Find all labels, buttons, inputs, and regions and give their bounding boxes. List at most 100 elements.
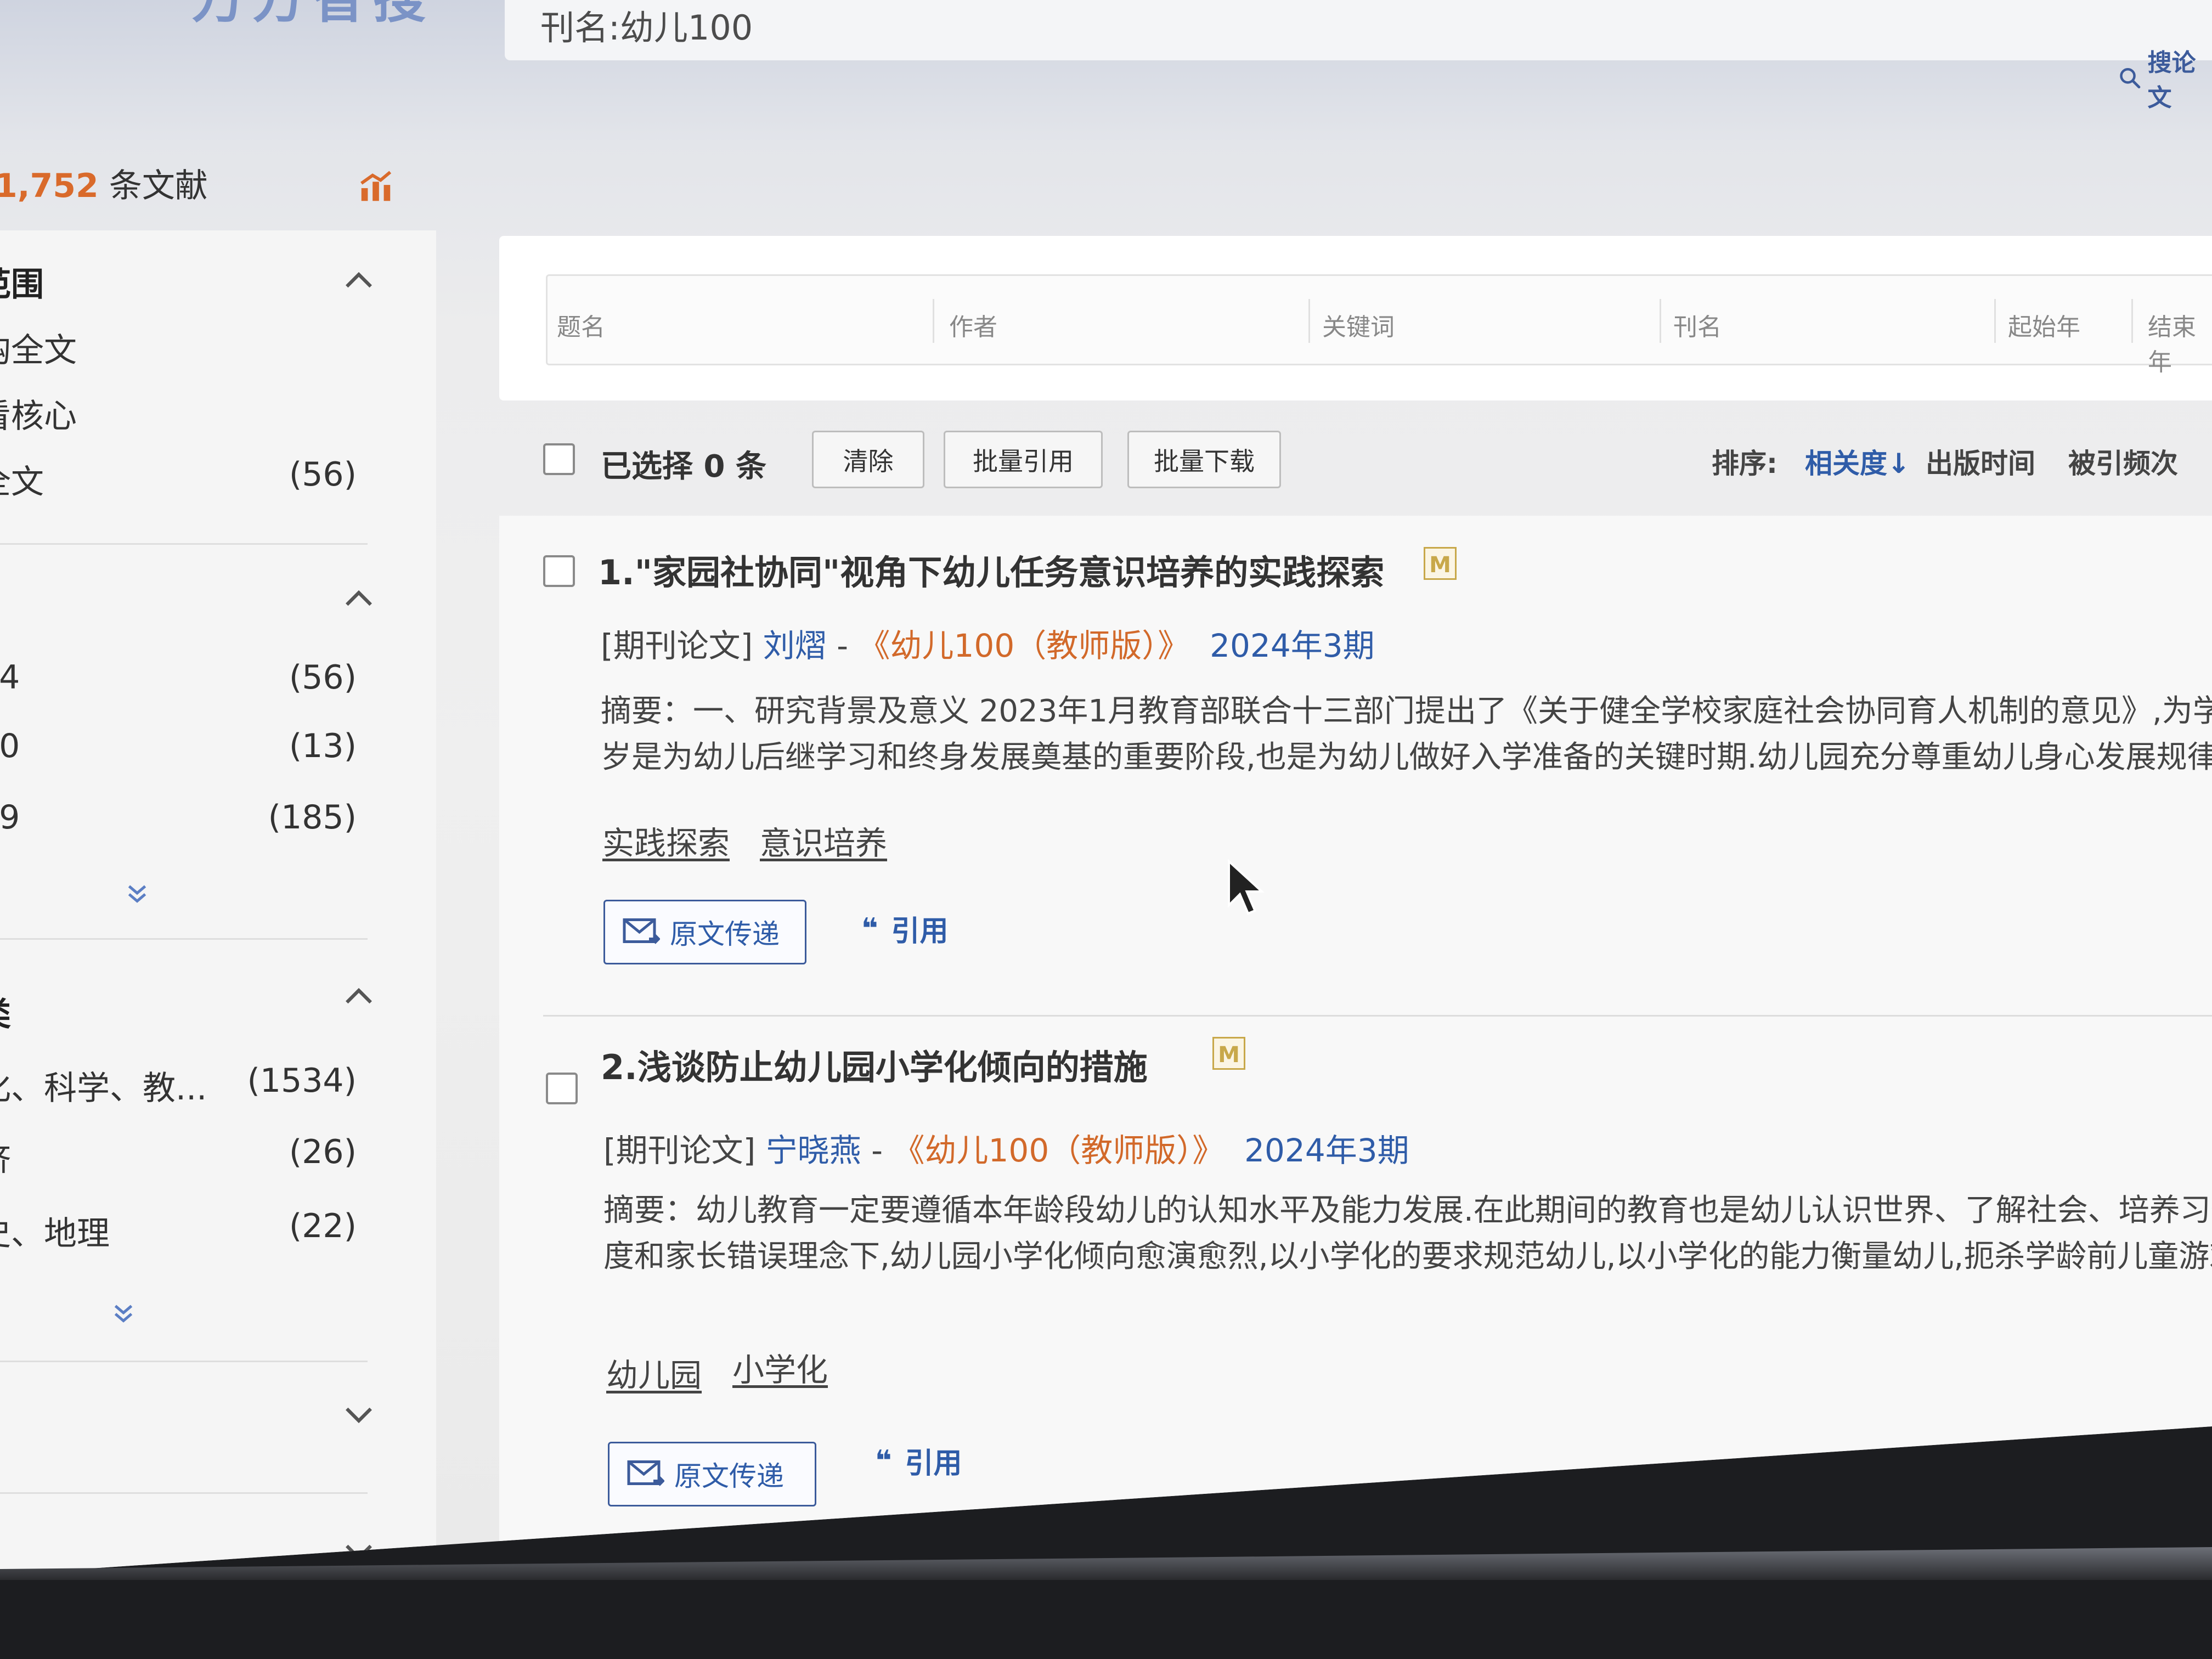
facet-option-label: 购全文 xyxy=(0,331,77,370)
mail-icon xyxy=(623,918,660,944)
batch-cite-button[interactable]: 批量引用 xyxy=(944,431,1103,488)
cite-button[interactable]: ❝ 引用 xyxy=(875,1440,962,1481)
facet-option-count: (26) xyxy=(289,1133,357,1171)
clear-button[interactable]: 清除 xyxy=(812,431,924,488)
journal-filter-field[interactable]: 刊名 xyxy=(1673,307,1722,342)
facet-option[interactable]: 全文 (56) xyxy=(0,455,357,503)
result-checkbox[interactable] xyxy=(543,555,575,587)
facet-option-label: 史、地理 xyxy=(0,1215,110,1253)
search-input[interactable]: 刊名:幼儿100 xyxy=(540,0,753,49)
facet-option-label: 20 xyxy=(0,727,20,765)
cite-label: 引用 xyxy=(891,915,949,948)
facet-category-title: 类 xyxy=(0,988,11,1035)
title-filter-field[interactable]: 题名 xyxy=(557,307,605,342)
sort-pubdate[interactable]: 出版时间 xyxy=(1926,442,2035,481)
facet-divider xyxy=(0,543,368,545)
facet-option-label: 24 xyxy=(0,658,20,697)
selected-count: 已选择 0 条 xyxy=(601,449,766,484)
select-all-checkbox[interactable] xyxy=(543,443,575,475)
search-icon xyxy=(2120,68,2141,89)
author-link[interactable]: 宁晓燕 xyxy=(766,1132,861,1169)
facet-divider xyxy=(0,938,368,940)
keyword-filter-field[interactable]: 关键词 xyxy=(1322,307,1395,342)
meta-separator: - xyxy=(826,627,859,664)
sort-cited[interactable]: 被引频次 xyxy=(2068,442,2178,481)
meta-separator: - xyxy=(861,1132,893,1169)
m-badge: M xyxy=(1212,1037,1245,1070)
result-meta: [期刊论文] 刘熠 - 《幼儿100（教师版）》 2024年3期 xyxy=(601,620,1375,666)
deliver-fulltext-button[interactable]: 原文传递 xyxy=(608,1442,816,1506)
abstract-line: 摘要：一、研究背景及意义 2023年1月教育部联合十三部门提出了《关于健全学校家… xyxy=(601,693,2212,729)
deliver-label: 原文传递 xyxy=(674,1460,784,1492)
result-title[interactable]: 1."家园社协同"视角下幼儿任务意识培养的实践探索 xyxy=(598,545,1384,594)
chevron-up-icon[interactable] xyxy=(343,985,375,1007)
expand-more-icon[interactable] xyxy=(123,881,151,908)
start-year-filter-field[interactable]: 起始年 xyxy=(2008,307,2080,342)
search-paper-button[interactable]: 搜论文 xyxy=(2118,43,2212,113)
result-count-number: 1,752 xyxy=(0,167,99,205)
author-filter-field[interactable]: 作者 xyxy=(949,307,997,342)
expand-more-icon[interactable] xyxy=(110,1300,137,1328)
facet-option-label: 看核心 xyxy=(0,397,77,436)
result-meta: [期刊论文] 宁晓燕 - 《幼儿100（教师版）》 2024年3期 xyxy=(603,1125,1409,1171)
mail-icon xyxy=(627,1460,664,1486)
facet-option-label: 济 xyxy=(0,1133,11,1181)
facet-option[interactable]: 24 (56) xyxy=(0,658,357,697)
facet-option-count: (185) xyxy=(268,798,357,837)
author-link[interactable]: 刘熠 xyxy=(763,627,827,664)
filter-separator xyxy=(1660,299,1661,343)
m-badge: M xyxy=(1424,547,1457,580)
keyword-link[interactable]: 幼儿园 xyxy=(606,1350,702,1396)
facet-option-count: (22) xyxy=(289,1207,357,1245)
keyword-link[interactable]: 意识培养 xyxy=(760,817,887,864)
quote-icon: ❝ xyxy=(861,912,878,945)
end-year-filter-field[interactable]: 结束年 xyxy=(2148,307,2212,377)
abstract-line: 岁是为幼儿后继学习和终身发展奠基的重要阶段,也是为幼儿做好入学准备的关键时期.幼… xyxy=(601,740,2212,775)
facet-option-count: (1534) xyxy=(247,1062,357,1100)
facet-option-label: 19 xyxy=(0,798,20,837)
result-count-suffix: 条文献 xyxy=(98,167,208,205)
facet-option-label: 化、科学、教... xyxy=(0,1069,207,1108)
doc-type: [期刊论文] xyxy=(603,1132,756,1169)
facet-divider xyxy=(0,1492,368,1494)
facet-divider xyxy=(0,1361,368,1362)
issue-link[interactable]: 2024年3期 xyxy=(1244,1132,1409,1169)
facet-option[interactable]: 19 (185) xyxy=(0,798,357,837)
cite-button[interactable]: ❝ 引用 xyxy=(861,908,949,949)
sort-relevance[interactable]: 相关度↓ xyxy=(1805,442,1910,481)
doc-type: [期刊论文] xyxy=(601,627,753,664)
journal-link[interactable]: 《幼儿100（教师版）》 xyxy=(859,627,1190,664)
cite-label: 引用 xyxy=(905,1447,962,1480)
abstract-line: 度和家长错误理念下,幼儿园小学化倾向愈演愈烈,以小学化的要求规范幼儿,以小学化的… xyxy=(603,1239,2212,1274)
bar-chart-icon[interactable] xyxy=(357,167,395,206)
result-divider xyxy=(543,1015,2212,1017)
journal-link[interactable]: 《幼儿100（教师版）》 xyxy=(893,1132,1224,1169)
result-title[interactable]: 2.浅谈防止幼儿园小学化倾向的措施 xyxy=(601,1040,1148,1089)
facet-option[interactable]: 20 (13) xyxy=(0,727,357,765)
batch-download-button[interactable]: 批量下载 xyxy=(1127,431,1281,488)
deliver-fulltext-button[interactable]: 原文传递 xyxy=(603,900,806,964)
facet-option[interactable]: 购全文 xyxy=(0,324,357,371)
issue-link[interactable]: 2024年3期 xyxy=(1210,627,1375,664)
facet-option-count: (13) xyxy=(289,727,357,765)
keyword-link[interactable]: 小学化 xyxy=(732,1344,828,1390)
chevron-up-icon[interactable] xyxy=(343,587,375,609)
facet-option-label: 全文 xyxy=(0,463,44,501)
chevron-down-icon[interactable] xyxy=(343,1542,375,1564)
facet-option[interactable]: 化、科学、教... (1534) xyxy=(0,1062,357,1109)
result-count: 1,752 条文献 xyxy=(0,159,208,207)
browser-screen: 万方智搜 刊名:幼儿100 搜论文 1,752 条文献 范围 购全文 看核心 xyxy=(0,0,2212,1575)
quote-icon: ❝ xyxy=(875,1444,892,1477)
sort-label: 排序: xyxy=(1712,448,1778,479)
facet-option[interactable]: 史、地理 (22) xyxy=(0,1207,357,1255)
result-checkbox[interactable] xyxy=(546,1073,578,1104)
chevron-up-icon[interactable] xyxy=(343,269,375,291)
keyword-link[interactable]: 实践探索 xyxy=(602,817,730,864)
facet-option[interactable]: 济 (26) xyxy=(0,1133,357,1181)
wanfang-logo[interactable]: 万方智搜 xyxy=(192,0,433,32)
facet-option-count: (56) xyxy=(289,455,357,494)
chevron-down-icon[interactable] xyxy=(343,1404,375,1426)
search-paper-label: 搜论文 xyxy=(2147,49,2196,112)
facet-option[interactable]: 看核心 xyxy=(0,390,357,437)
search-box[interactable] xyxy=(505,0,2212,60)
